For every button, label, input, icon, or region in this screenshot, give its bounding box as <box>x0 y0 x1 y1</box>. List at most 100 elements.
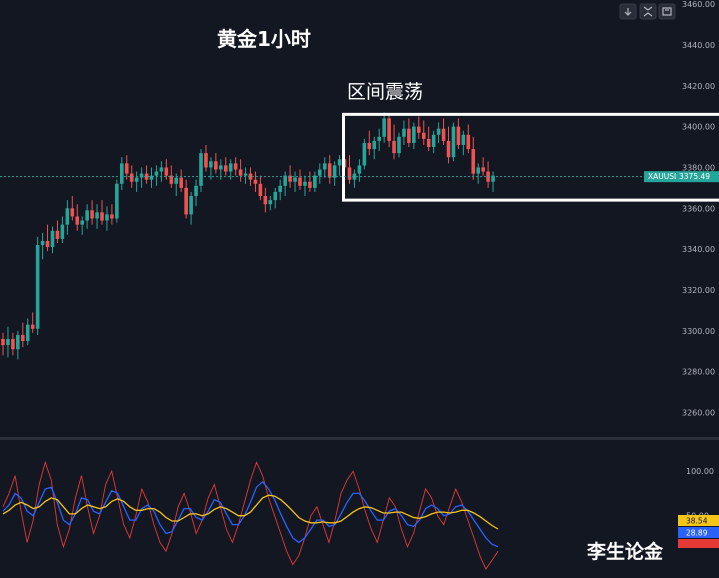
candle-body <box>431 134 436 148</box>
candle-body <box>159 167 164 172</box>
candle-body <box>466 134 471 150</box>
candle-body <box>11 338 15 350</box>
last-price-label: 3375.49 <box>679 172 710 181</box>
candle-body <box>184 187 188 215</box>
candle-body <box>16 334 20 350</box>
osc-value-2: 28.89 <box>686 529 708 538</box>
candle-body <box>219 165 223 170</box>
candle-body <box>174 177 179 184</box>
candle-body <box>50 230 55 248</box>
osc-tag-blue: 28.89 <box>678 527 719 538</box>
candle-body <box>476 167 480 174</box>
pane-separator[interactable] <box>0 437 719 440</box>
candle-body <box>65 208 70 225</box>
candle-body <box>199 153 203 186</box>
price-tick-label: 3340.00 <box>682 245 715 254</box>
candle-body <box>6 338 10 346</box>
osc-line-1 <box>2 460 499 571</box>
candle-body <box>21 334 25 342</box>
candle-body <box>100 212 104 221</box>
candle-body <box>35 245 40 329</box>
candle-body <box>421 132 426 139</box>
range-box <box>342 112 719 202</box>
price-tick-label: 3320.00 <box>682 286 715 295</box>
candle-body <box>70 208 75 217</box>
candle-body <box>293 177 297 182</box>
candle-body <box>402 128 406 137</box>
candle-body <box>30 324 35 329</box>
candle-body <box>387 118 391 141</box>
symbol-tag: XAUUSD <box>644 171 680 183</box>
candle-body <box>426 138 431 148</box>
price-axis: 3260.00 3280.00 3300.00 3320.00 3340.00 3360.… <box>682 0 715 417</box>
maximize-button[interactable] <box>658 3 676 20</box>
osc-tag-yellow: 38.54 <box>678 515 719 526</box>
chart-title: 黄金1小时 <box>217 27 311 51</box>
candle-body <box>392 140 396 154</box>
candle-body <box>228 163 233 172</box>
candle-body <box>75 216 80 225</box>
candle-body <box>115 183 119 219</box>
candle-body <box>179 177 183 188</box>
candle-body <box>322 163 327 170</box>
candle-body <box>134 177 139 182</box>
symbol-label: XAUUSD <box>648 172 680 181</box>
candle-body <box>441 128 446 141</box>
candle-body <box>90 210 94 219</box>
price-tick-label: 3420.00 <box>682 82 715 91</box>
candle-body <box>298 177 302 186</box>
candle-body <box>377 136 381 141</box>
candle-body <box>120 163 124 184</box>
candle-body <box>194 185 198 197</box>
candle-body <box>357 165 362 174</box>
candle-body <box>372 140 377 150</box>
candle-body <box>223 165 228 172</box>
price-tick-label: 3360.00 <box>682 204 715 213</box>
candle-body <box>105 214 109 221</box>
candle-body <box>481 167 485 172</box>
candle-body <box>154 171 159 176</box>
candle-body <box>80 220 84 225</box>
candle-body <box>461 134 466 145</box>
candlestick-series <box>1 112 495 360</box>
candle-body <box>204 153 208 168</box>
candle-body <box>347 167 352 180</box>
candle-body <box>209 161 213 168</box>
candle-body <box>85 210 89 221</box>
candle-body <box>243 173 248 176</box>
candle-body <box>407 128 411 143</box>
candle-body <box>45 240 50 248</box>
candle-body <box>337 159 342 166</box>
osc-value-1: 38.54 <box>686 517 708 526</box>
candle-body <box>124 163 129 174</box>
candle-body <box>417 126 421 133</box>
price-tag: 3375.49 <box>676 171 719 183</box>
candle-body <box>110 214 114 219</box>
candle-body <box>318 169 322 176</box>
collapse-button[interactable] <box>639 3 657 20</box>
watermark: 李生论金 <box>586 540 664 563</box>
range-label: 区间震荡 <box>347 81 423 103</box>
candle-body <box>55 230 60 239</box>
price-chart-canvas[interactable]: 3260.00 3280.00 3300.00 3320.00 3340.00 3360.… <box>0 0 719 578</box>
candle-body <box>268 200 273 205</box>
osc-tag-red <box>678 539 719 548</box>
price-tick-label: 3380.00 <box>682 163 715 172</box>
scroll-down-button[interactable] <box>619 3 637 20</box>
candle-body <box>362 142 367 166</box>
candle-body <box>233 163 238 170</box>
candle-body <box>258 183 263 197</box>
candle-body <box>263 196 268 205</box>
candle-body <box>40 240 45 246</box>
candle-body <box>1 338 5 346</box>
candle-body <box>95 212 99 219</box>
candle-body <box>451 126 456 158</box>
candle-body <box>308 181 312 188</box>
price-tick-label: 3260.00 <box>682 408 715 417</box>
candle-body <box>332 165 337 178</box>
candle-body <box>25 324 30 342</box>
candle-body <box>303 181 307 186</box>
candle-body <box>436 128 441 135</box>
candle-body <box>327 163 332 178</box>
candle-body <box>471 149 476 174</box>
